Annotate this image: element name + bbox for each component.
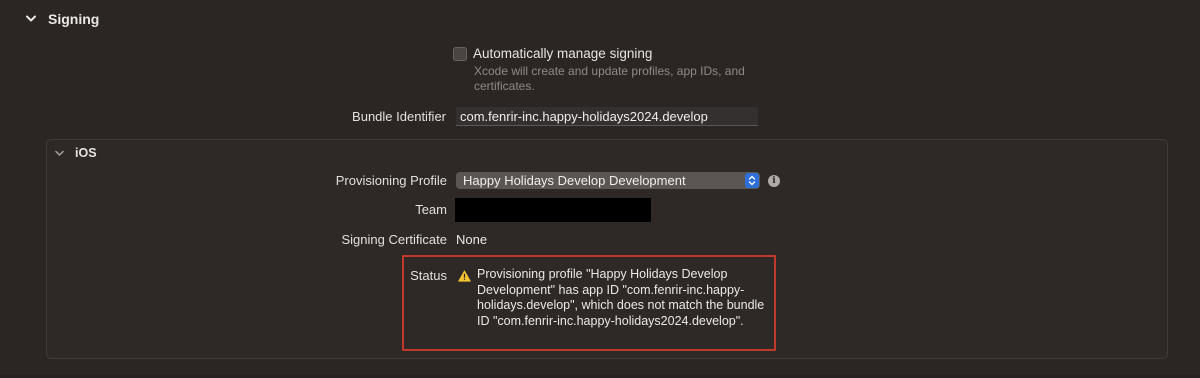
bundle-identifier-label: Bundle Identifier <box>352 109 446 124</box>
warning-icon <box>458 269 471 287</box>
auto-manage-signing-checkbox[interactable] <box>453 46 467 61</box>
signing-section-title: Signing <box>48 11 100 27</box>
auto-manage-signing-label: Automatically manage signing <box>473 46 653 61</box>
signing-certificate-label: Signing Certificate <box>341 232 448 247</box>
auto-manage-signing-row[interactable]: Automatically manage signing <box>453 46 652 61</box>
auto-manage-signing-description: Xcode will create and update profiles, a… <box>474 64 745 93</box>
signing-certificate-value: None <box>456 232 488 247</box>
status-label: Status <box>410 268 447 283</box>
up-down-arrows-icon[interactable] <box>745 173 759 188</box>
provisioning-profile-label: Provisioning Profile <box>335 173 447 188</box>
ios-section-header[interactable]: iOS <box>55 146 97 160</box>
status-message: Provisioning profile "Happy Holidays Dev… <box>477 267 765 328</box>
signing-settings-page: Signing Automatically manage signing Xco… <box>0 0 1200 378</box>
info-icon[interactable]: i <box>768 175 780 187</box>
bundle-identifier-field[interactable]: com.fenrir-inc.happy-holidays2024.develo… <box>456 107 758 126</box>
chevron-down-icon[interactable] <box>26 15 36 23</box>
signing-section-header[interactable]: Signing <box>26 11 99 27</box>
provisioning-profile-value: Happy Holidays Develop Development <box>463 173 686 188</box>
chevron-down-icon[interactable] <box>55 150 64 157</box>
ios-section-title: iOS <box>75 146 97 160</box>
bottom-divider <box>0 374 1200 378</box>
provisioning-profile-popup[interactable]: Happy Holidays Develop Development <box>456 172 760 189</box>
team-label: Team <box>415 202 447 217</box>
team-value-redacted[interactable] <box>455 198 651 222</box>
